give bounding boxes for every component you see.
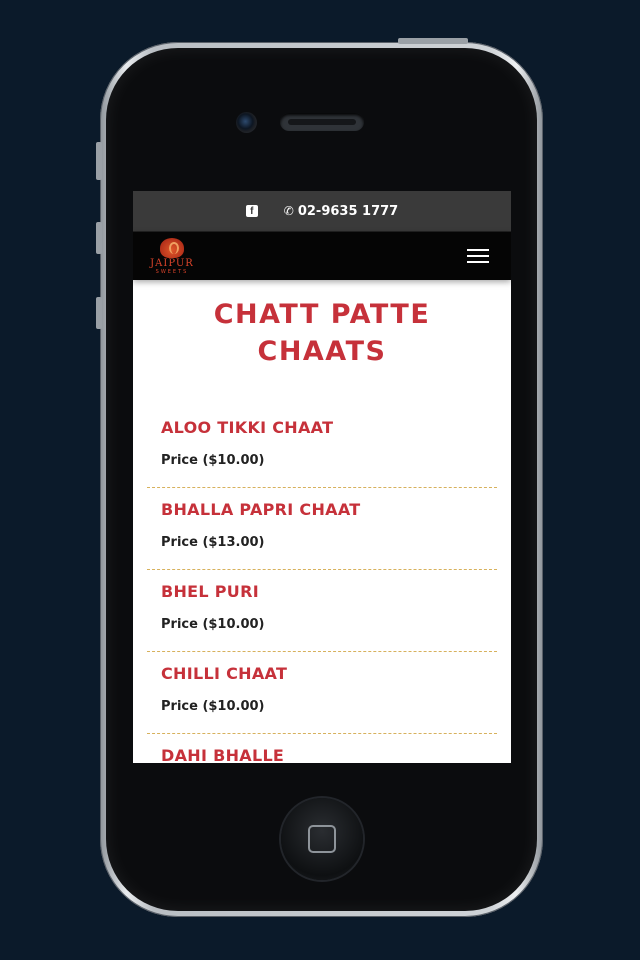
volume-down-button bbox=[96, 297, 102, 329]
item-name: ALOO TIKKI CHAAT bbox=[161, 418, 334, 437]
item-name: BHEL PURI bbox=[161, 582, 259, 601]
phone-number-link[interactable]: 02-9635 1777 bbox=[298, 204, 398, 219]
item-price: Price ($10.00) bbox=[161, 453, 265, 468]
contact-bar: f ✆ 02-9635 1777 bbox=[133, 191, 511, 232]
item-price: Price ($13.00) bbox=[161, 535, 265, 550]
menu-content: CHATT PATTE CHAATS ALOO TIKKI CHAAT Pric… bbox=[133, 296, 511, 763]
logo-emblem-icon bbox=[160, 237, 184, 258]
hamburger-line bbox=[467, 261, 489, 263]
item-price: Price ($10.00) bbox=[161, 699, 265, 714]
volume-up-button bbox=[96, 222, 102, 254]
item-name: DAHI BHALLE bbox=[161, 746, 285, 763]
list-item: BHEL PURI Price ($10.00) bbox=[147, 570, 497, 652]
item-name: CHILLI CHAAT bbox=[161, 664, 288, 683]
hamburger-icon[interactable] bbox=[467, 249, 489, 263]
logo-subtitle: SWEETS bbox=[155, 268, 189, 275]
site-navbar: JAIPUR SWEETS bbox=[133, 232, 511, 280]
home-button[interactable] bbox=[281, 798, 363, 880]
list-item: CHILLI CHAAT Price ($10.00) bbox=[147, 652, 497, 734]
item-price: Price ($10.00) bbox=[161, 617, 265, 632]
earpiece-speaker bbox=[280, 113, 364, 131]
power-button bbox=[398, 38, 468, 44]
phone-screen: f ✆ 02-9635 1777 JAIPUR SWEETS CHATT PAT… bbox=[133, 191, 511, 763]
page-title: CHATT PATTE CHAATS bbox=[213, 299, 431, 367]
phone-icon: ✆ bbox=[283, 204, 294, 218]
list-item: DAHI BHALLE bbox=[147, 734, 497, 763]
item-name: BHALLA PAPRI CHAAT bbox=[161, 500, 361, 519]
hamburger-line bbox=[467, 255, 489, 257]
site-logo[interactable]: JAIPUR SWEETS bbox=[145, 237, 199, 275]
facebook-icon[interactable]: f bbox=[245, 205, 258, 217]
logo-name: JAIPUR bbox=[150, 257, 194, 269]
list-item: BHALLA PAPRI CHAAT Price ($13.00) bbox=[147, 488, 497, 570]
hamburger-line bbox=[467, 249, 489, 251]
mute-switch bbox=[96, 142, 102, 180]
home-square-icon bbox=[308, 825, 336, 853]
list-item: ALOO TIKKI CHAAT Price ($10.00) bbox=[147, 406, 497, 488]
front-camera bbox=[236, 112, 257, 133]
